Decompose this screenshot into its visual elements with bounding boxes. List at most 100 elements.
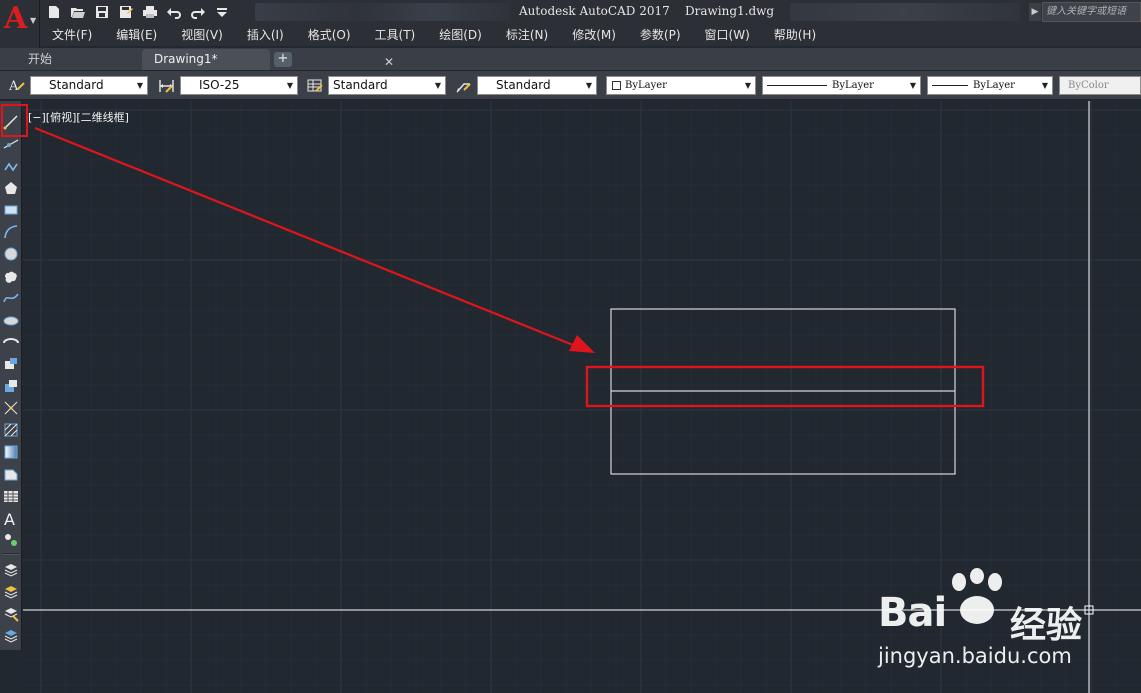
- text-style-icon[interactable]: A: [6, 76, 26, 95]
- table-style-select[interactable]: Standard ▼: [328, 76, 446, 95]
- watermark-brand-suffix: 经验: [1010, 605, 1083, 646]
- color-swatch: [612, 81, 621, 90]
- layer-isolate-icon[interactable]: [1, 604, 21, 624]
- dimension-style-icon[interactable]: [156, 76, 176, 95]
- menu-bar: 文件(F) 编辑(E) 视图(V) 插入(I) 格式(O) 工具(T) 绘图(D…: [40, 24, 1141, 46]
- insert-block-icon[interactable]: [1, 354, 21, 374]
- chevron-down-icon: ▼: [909, 81, 916, 90]
- color-control-select[interactable]: ByLayer ▼: [606, 76, 756, 95]
- chevron-down-icon: ▼: [136, 81, 143, 90]
- polygon-icon[interactable]: [1, 178, 21, 198]
- ellipse-icon[interactable]: [1, 310, 21, 330]
- title-bar-blurred-area: [255, 3, 510, 21]
- region-icon[interactable]: [1, 464, 21, 484]
- save-icon[interactable]: [92, 3, 112, 21]
- revision-cloud-icon[interactable]: [1, 266, 21, 286]
- save-as-icon[interactable]: [116, 3, 136, 21]
- color-value: ByLayer: [625, 80, 667, 91]
- layer-properties-icon[interactable]: [1, 560, 21, 580]
- tab-start[interactable]: 开始: [16, 49, 138, 70]
- lineweight-value: ByLayer: [973, 80, 1015, 91]
- rectangle-icon[interactable]: [1, 200, 21, 220]
- customize-icon[interactable]: [212, 3, 232, 21]
- point-icon[interactable]: [1, 398, 21, 418]
- watermark-brand: Bai: [878, 590, 947, 636]
- menu-format[interactable]: 格式(O): [296, 24, 363, 46]
- linetype-control-select[interactable]: ByLayer ▼: [762, 76, 921, 95]
- watermark-url: jingyan.baidu.com: [878, 644, 1072, 668]
- svg-text:A: A: [8, 79, 19, 94]
- multileader-style-value: Standard: [496, 78, 551, 92]
- plot-icon[interactable]: [140, 3, 160, 21]
- styles-toolbar: A Standard ▼ ISO-25 ▼ Standard ▼ Standard ▼ …: [0, 71, 1141, 100]
- menu-edit[interactable]: 编辑(E): [104, 24, 169, 46]
- highlight-line-box: [585, 365, 985, 408]
- gradient-icon[interactable]: [1, 442, 21, 462]
- plotstyle-value: ByColor: [1068, 80, 1109, 91]
- text-style-value: Standard: [49, 78, 104, 92]
- chevron-down-icon: ▼: [434, 81, 441, 90]
- redo-icon[interactable]: [188, 3, 208, 21]
- tab-drawing1[interactable]: Drawing1* ✕: [142, 49, 394, 70]
- layer-state-icon[interactable]: [1, 582, 21, 602]
- highlight-line-tool-box: [1, 104, 28, 137]
- menu-dimension[interactable]: 标注(N): [494, 24, 560, 46]
- application-menu-button[interactable]: A ▼: [0, 0, 40, 48]
- title-bar: Autodesk AutoCAD 2017 Drawing1.dwg ▶ 键入关…: [0, 0, 1141, 24]
- linetype-preview: [767, 85, 827, 86]
- chevron-down-icon: ▼: [585, 81, 592, 90]
- arc-icon[interactable]: [1, 222, 21, 242]
- circle-icon[interactable]: [1, 244, 21, 264]
- spline-icon[interactable]: [1, 288, 21, 308]
- menu-help[interactable]: 帮助(H): [762, 24, 828, 46]
- search-expand-icon[interactable]: ▶: [1029, 3, 1041, 21]
- autocad-logo-icon: A: [4, 1, 28, 36]
- text-style-select[interactable]: Standard ▼: [30, 76, 148, 95]
- lineweight-control-select[interactable]: ByLayer ▼: [927, 76, 1053, 95]
- make-block-icon[interactable]: [1, 376, 21, 396]
- annotation-arrow: [34, 126, 584, 351]
- title-bar-blurred-area-right: [790, 3, 1020, 21]
- chevron-down-icon: ▼: [30, 16, 37, 25]
- polyline-icon[interactable]: [1, 156, 21, 176]
- table-style-icon[interactable]: [305, 76, 325, 95]
- open-icon[interactable]: [68, 3, 88, 21]
- menu-modify[interactable]: 修改(M): [560, 24, 628, 46]
- table-icon[interactable]: [1, 486, 21, 506]
- menu-insert[interactable]: 插入(I): [235, 24, 296, 46]
- menu-draw[interactable]: 绘图(D): [427, 24, 494, 46]
- hatch-icon[interactable]: [1, 420, 21, 440]
- undo-icon[interactable]: [164, 3, 184, 21]
- menu-parametric[interactable]: 参数(P): [628, 24, 693, 46]
- linetype-value: ByLayer: [832, 80, 874, 91]
- search-input[interactable]: 键入关键字或短语: [1042, 2, 1141, 22]
- menu-file[interactable]: 文件(F): [40, 24, 104, 46]
- multileader-style-select[interactable]: Standard ▼: [477, 76, 597, 95]
- svg-text:A: A: [4, 510, 15, 526]
- table-style-value: Standard: [333, 78, 388, 92]
- lineweight-preview: [932, 85, 968, 86]
- close-icon[interactable]: ✕: [384, 52, 394, 72]
- new-icon[interactable]: [44, 3, 64, 21]
- tab-start-label: 开始: [28, 52, 53, 66]
- ellipse-arc-icon[interactable]: [1, 332, 21, 352]
- multileader-style-icon[interactable]: [453, 76, 473, 95]
- viewport-controls-label[interactable]: [−][俯视][二维线框]: [28, 109, 129, 125]
- chevron-down-icon: ▼: [1041, 81, 1048, 90]
- multiline-text-icon[interactable]: A: [1, 508, 21, 528]
- menu-view[interactable]: 视图(V): [169, 24, 235, 46]
- paw-logo-icon: [952, 568, 1002, 624]
- new-tab-button[interactable]: +: [274, 52, 292, 67]
- add-selected-icon[interactable]: [1, 530, 21, 550]
- menu-window[interactable]: 窗口(W): [693, 24, 762, 46]
- layer-walk-icon[interactable]: [1, 626, 21, 646]
- draw-toolbar: A: [0, 101, 22, 650]
- window-title: Autodesk AutoCAD 2017 Drawing1.dwg: [519, 4, 775, 18]
- file-tab-bar: 开始 Drawing1* ✕: [0, 48, 1141, 70]
- chevron-down-icon: ▼: [744, 81, 751, 90]
- plotstyle-control-select: ByColor: [1059, 76, 1141, 95]
- menu-tools[interactable]: 工具(T): [363, 24, 428, 46]
- construction-line-icon[interactable]: [1, 134, 21, 154]
- dimension-style-value: ISO-25: [199, 78, 240, 92]
- dimension-style-select[interactable]: ISO-25 ▼: [180, 76, 298, 95]
